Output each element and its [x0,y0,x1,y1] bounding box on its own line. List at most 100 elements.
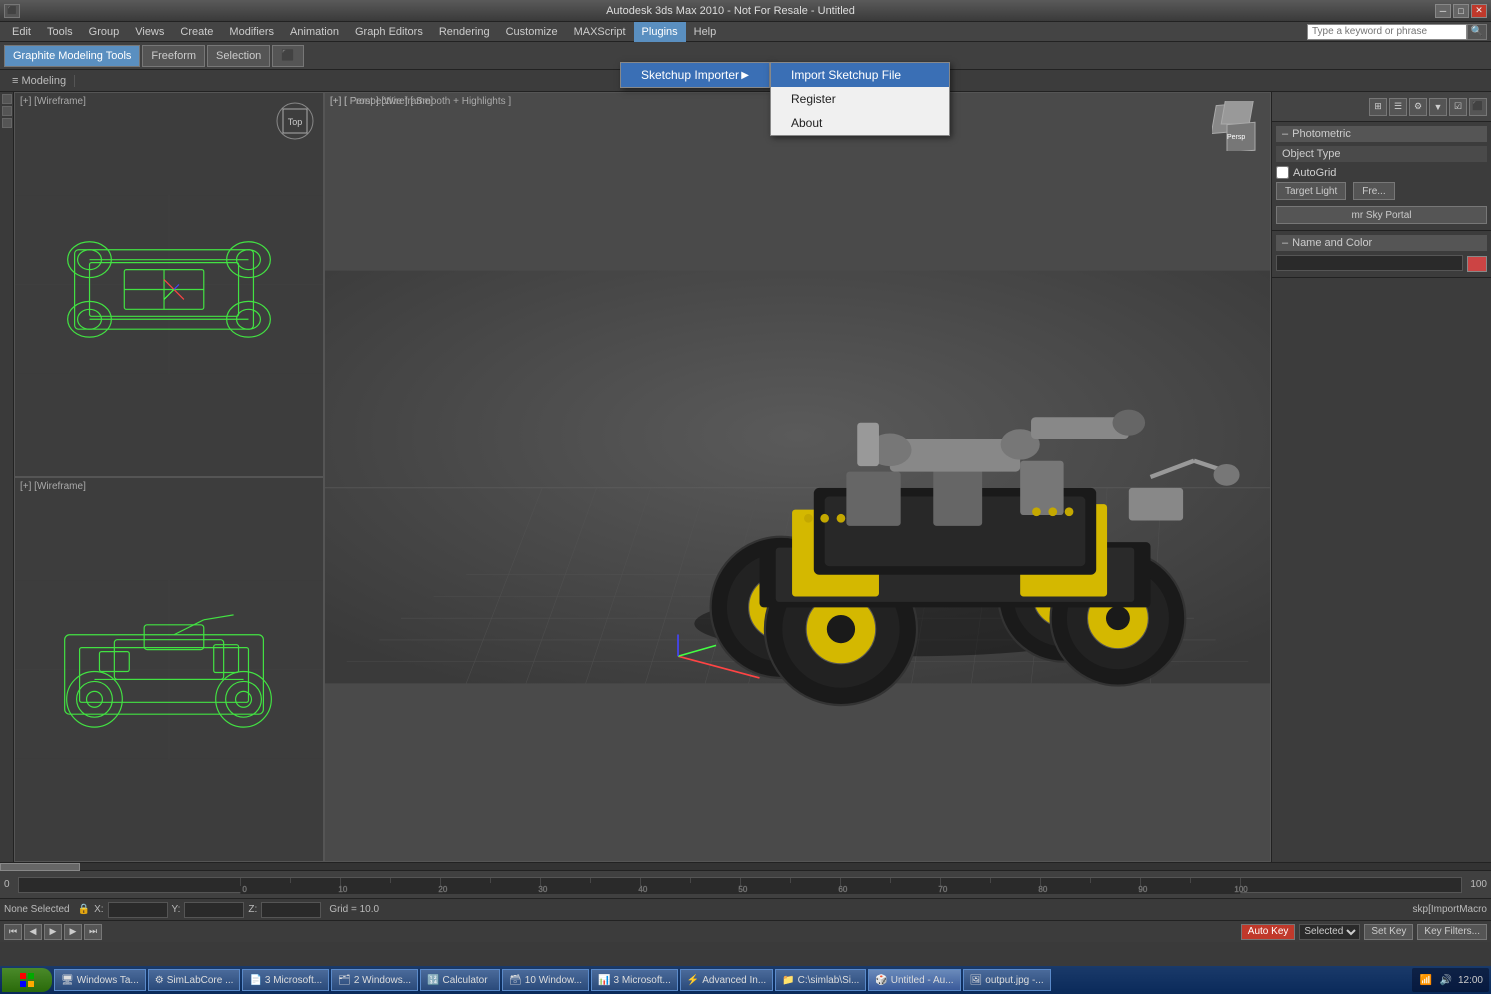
autogrid-checkbox[interactable] [1276,166,1289,179]
sketchup-importer-menu-item[interactable]: Sketchup Importer ▶ [621,63,769,87]
photometric-section: – Photometric Object Type AutoGrid Targe… [1272,122,1491,231]
modeling-label: ≡ Modeling [4,75,75,87]
right-panel: ⊞ ☰ ⚙ ▼ ☑ ⬛ – Photometric Object Type Au… [1271,92,1491,862]
object-type-label: Object Type [1282,148,1341,160]
viewport-top[interactable]: [+] [Wireframe] Top [14,92,324,477]
h-scrollbar[interactable] [0,862,1491,870]
menu-help[interactable]: Help [686,22,725,42]
svg-text:60: 60 [838,885,847,894]
left-sidebar [0,92,14,862]
menu-customize[interactable]: Customize [498,22,566,42]
maximize-button[interactable]: □ [1453,4,1469,18]
extra-tool-button[interactable]: ⬛ [272,45,304,67]
free-light-button[interactable]: Fre... [1353,182,1394,200]
viewport-left[interactable]: [+] [Wireframe] [14,477,324,862]
set-key-button[interactable]: Set Key [1364,924,1413,940]
menu-graph-editors[interactable]: Graph Editors [347,22,431,42]
menu-bar: Edit Tools Group Views Create Modifiers … [0,22,1491,42]
rp-icon-1[interactable]: ⊞ [1369,98,1387,116]
menu-views[interactable]: Views [127,22,172,42]
macro-label: skp[ImportMacro [1413,904,1487,915]
next-key-button[interactable]: ⏭ [84,924,102,940]
play-button[interactable]: ▶ [44,924,62,940]
taskbar-btn-windows2[interactable]: 🗂 2 Windows... [331,969,418,991]
menu-rendering[interactable]: Rendering [431,22,498,42]
nav-cube-top[interactable]: Top [275,101,315,141]
search-bar: 🔍 [1307,24,1487,40]
menu-modifiers[interactable]: Modifiers [221,22,282,42]
name-color-section: – Name and Color [1272,231,1491,278]
status-bar: None Selected 🔒 X: Y: Z: Grid = 10.0 skp… [0,898,1491,920]
tray-volume-icon[interactable]: 🔊 [1438,972,1454,988]
taskbar-btn-output[interactable]: 🖼 output.jpg -... [963,969,1051,991]
timeline-end: 100 [1470,879,1487,890]
selected-dropdown[interactable]: Selected [1299,924,1360,940]
taskbar-btn-windows-ta[interactable]: 🖥 Windows Ta... [54,969,146,991]
register-menu-item[interactable]: Register [771,87,949,111]
taskbar-btn-window10[interactable]: 🗃 10 Window... [502,969,589,991]
menu-animation[interactable]: Animation [282,22,347,42]
taskbar-btn-simlab[interactable]: 📁 C:\simlab\Si... [775,969,866,991]
side-tool-3[interactable] [2,118,12,128]
side-tool-1[interactable] [2,94,12,104]
sketchup-submenu: Import Sketchup File Register About [770,62,950,136]
z-input[interactable] [261,902,321,918]
menu-tools[interactable]: Tools [39,22,81,42]
mr-sky-portal-button[interactable]: mr Sky Portal [1276,206,1487,224]
anim-controls: ⏮ ◀ ▶ ▶ ⏭ Auto Key Selected Set Key Key … [0,920,1491,942]
timeline: 0 0 10 20 30 40 50 60 70 [0,870,1491,898]
close-button[interactable]: ✕ [1471,4,1487,18]
menu-group[interactable]: Group [81,22,128,42]
freeform-button[interactable]: Freeform [142,45,205,67]
rp-icon-3[interactable]: ⚙ [1409,98,1427,116]
taskbar-btn-simlabcore[interactable]: ⚙ SimLabCore ... [148,969,241,991]
viewport-perspective[interactable]: [+] [ Perspective ] [ Smooth + Highlight… [324,92,1271,862]
rp-icon-5[interactable]: ☑ [1449,98,1467,116]
selection-button[interactable]: Selection [207,45,270,67]
taskbar-btn-microsoft1[interactable]: 📄 3 Microsoft... [242,969,329,991]
photometric-label: Photometric [1292,128,1351,140]
y-input[interactable] [184,902,244,918]
prev-key-button[interactable]: ⏮ [4,924,22,940]
rp-icon-6[interactable]: ⬛ [1469,98,1487,116]
grid-info: Grid = 10.0 [329,904,379,915]
menu-plugins[interactable]: Plugins [634,22,686,42]
auto-key-button[interactable]: Auto Key [1241,924,1296,940]
svg-text:90: 90 [1138,885,1147,894]
color-swatch[interactable] [1467,256,1487,272]
h-scroll-thumb[interactable] [0,863,80,871]
taskbar-btn-microsoft2[interactable]: 📊 3 Microsoft... [591,969,678,991]
import-sketchup-file-menu-item[interactable]: Import Sketchup File [771,63,949,87]
nav-cube-persp[interactable]: Persp [1212,101,1262,151]
rp-icon-4[interactable]: ▼ [1429,98,1447,116]
viewport-perspective-label: [+] [ Perspective ] [ Smooth + Highlight… [330,96,511,107]
prev-frame-button[interactable]: ◀ [24,924,42,940]
taskbar-btn-advanced[interactable]: ⚡ Advanced In... [680,969,773,991]
search-button[interactable]: 🔍 [1467,24,1487,40]
svg-text:80: 80 [1038,885,1047,894]
photometric-header[interactable]: – Photometric [1276,126,1487,142]
minimize-button[interactable]: ─ [1435,4,1451,18]
tray-network-icon[interactable]: 📶 [1418,972,1434,988]
name-color-header[interactable]: – Name and Color [1276,235,1487,251]
tray-time: 12:00 [1458,975,1483,986]
rp-icon-2[interactable]: ☰ [1389,98,1407,116]
name-input[interactable] [1276,255,1463,271]
menu-edit[interactable]: Edit [4,22,39,42]
target-light-button[interactable]: Target Light [1276,182,1346,200]
next-frame-button[interactable]: ▶ [64,924,82,940]
svg-text:30: 30 [538,885,547,894]
key-filters-button[interactable]: Key Filters... [1417,924,1487,940]
graphite-modeling-tools-button[interactable]: Graphite Modeling Tools [4,45,140,67]
menu-maxscript[interactable]: MAXScript [566,22,634,42]
menu-create[interactable]: Create [172,22,221,42]
taskbar-btn-calculator[interactable]: 🔢 Calculator [420,969,500,991]
x-input[interactable] [108,902,168,918]
about-menu-item[interactable]: About [771,111,949,135]
start-button[interactable] [2,968,52,992]
object-type-header[interactable]: Object Type [1276,146,1487,162]
side-tool-2[interactable] [2,106,12,116]
search-input[interactable] [1307,24,1467,40]
timeline-bar[interactable]: 0 10 20 30 40 50 60 70 80 90 1 [18,877,1463,893]
taskbar-btn-untitled-au[interactable]: 🎲 Untitled - Au... [868,969,960,991]
